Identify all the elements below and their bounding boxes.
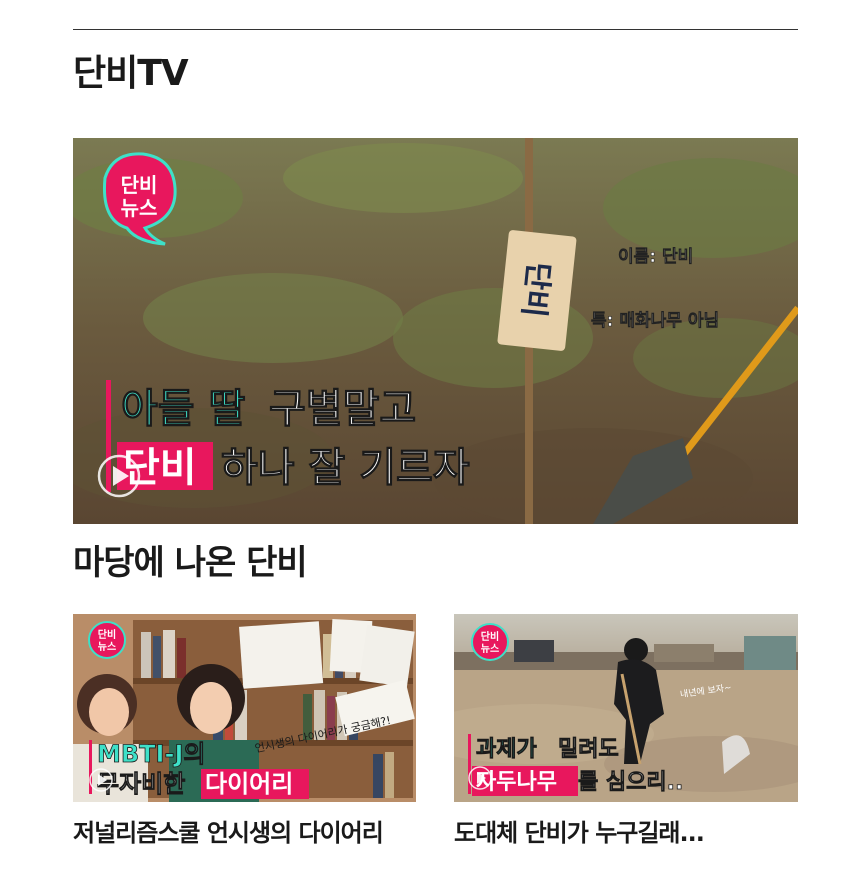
card1-badge-top: 단비 [98, 628, 116, 641]
card1-overlay-line1: MBTI-J의 [97, 740, 205, 768]
headline-line2-rest: 하나 잘 기르자 [221, 445, 470, 491]
featured-thumbnail-image: 단비 단비 뉴스 이름: 단비 특: 매화나무 아님 아들 딸 구별말고 단비 … [73, 138, 798, 524]
card1-thumbnail-image: 언시생의 다이어리가 궁금해?! 단비 뉴스 MBTI-J의 무자비한 다이어리 [73, 614, 416, 802]
card2-thumbnail-image: 내년에 보자~ 단비 뉴스 과제가 밀려도 자두나무 를 심으리.. [454, 614, 798, 802]
section-divider [73, 29, 798, 30]
card2-badge-top: 단비 [481, 630, 499, 643]
caption-trait: 특: 매화나무 아님 [591, 311, 719, 331]
card2-overlay-line2-rest: 를 심으리.. [578, 770, 683, 795]
badge-text-bottom: 뉴스 [121, 196, 158, 220]
headline-line1-highlight: 아들 딸 [121, 386, 246, 432]
video-title-1[interactable]: 저널리즘스쿨 언시생의 다이어리 [73, 814, 416, 852]
badge-text-top: 단비 [121, 173, 158, 197]
featured-video-thumbnail[interactable]: 단비 단비 뉴스 이름: 단비 특: 매화나무 아님 아들 딸 구별말고 단비 … [73, 138, 798, 524]
card1-overlay-line2-highlight: 다이어리 [205, 770, 293, 798]
section-title: 단비TV [73, 53, 189, 94]
name-tag-text: 단비 [515, 260, 556, 319]
video-title-2[interactable]: 도대체 단비가 누구길래... [454, 814, 798, 852]
video-thumbnail-1[interactable]: 언시생의 다이어리가 궁금해?! 단비 뉴스 MBTI-J의 무자비한 다이어리 [73, 614, 416, 802]
card2-overlay-line2-highlight: 자두나무 [476, 770, 557, 795]
headline-line1-rest: 구별말고 [269, 386, 416, 432]
card2-badge-bottom: 뉴스 [481, 643, 499, 655]
sub-section-title: 마당에 나온 단비 [73, 543, 308, 583]
card1-badge-bottom: 뉴스 [98, 641, 116, 653]
video-thumbnail-2[interactable]: 내년에 보자~ 단비 뉴스 과제가 밀려도 자두나무 를 심으리.. [454, 614, 798, 802]
caption-name: 이름: 단비 [618, 247, 693, 267]
headline-line2-highlight: 단비 [123, 445, 197, 491]
card2-overlay-line1-highlight: 과제가 [476, 737, 537, 762]
card2-overlay-line1-rest: 밀려도 [558, 737, 619, 762]
